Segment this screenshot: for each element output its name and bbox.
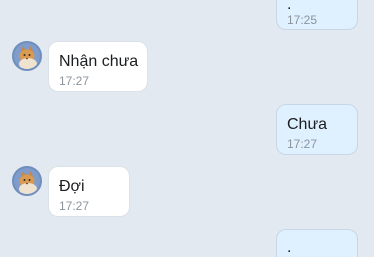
message-bubble-outgoing[interactable]: . [276,229,358,257]
chat-message-list[interactable]: . 17:25 Nhận chưa 17:27 Chưa 17:27 Đợi 1… [0,0,374,257]
message-text: . [287,239,292,256]
message-bubble-incoming[interactable]: Đợi 17:27 [48,166,130,217]
message-text: Nhận chưa [59,53,139,70]
message-time: 17:27 [59,74,90,88]
message-time: 17:27 [59,199,90,213]
message-bubble-incoming[interactable]: Nhận chưa 17:27 [48,41,148,92]
cat-avatar-icon[interactable] [12,166,42,196]
message-bubble-outgoing[interactable]: Chưa 17:27 [276,104,358,155]
cat-avatar-icon[interactable] [12,41,42,71]
message-time: 17:25 [287,13,318,27]
message-text: Đợi [59,178,85,195]
message-bubble-outgoing[interactable]: . 17:25 [276,0,358,30]
message-time: 17:27 [287,137,318,151]
message-text: Chưa [287,116,328,133]
